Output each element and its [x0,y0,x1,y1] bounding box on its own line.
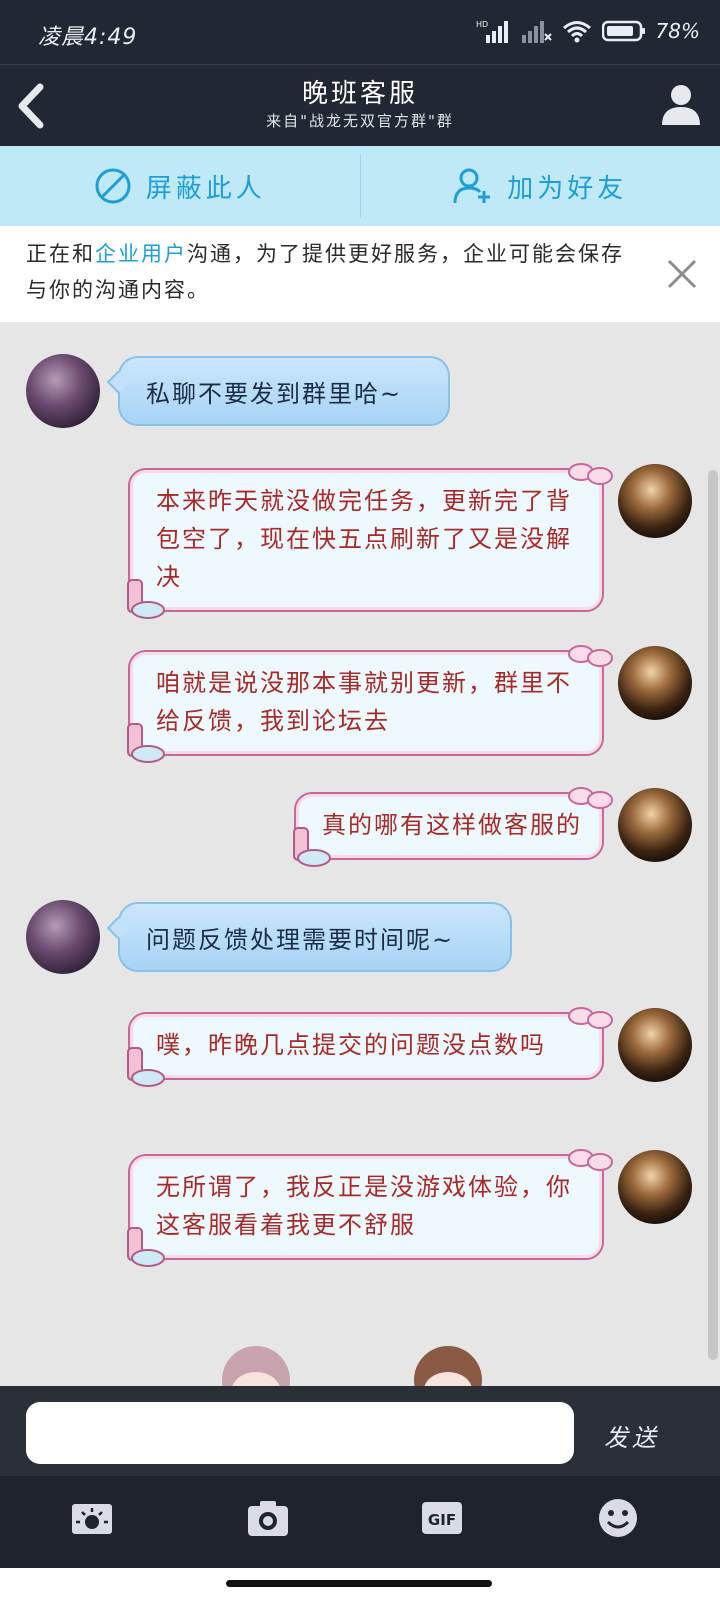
bottle-sticker-icon [127,1227,165,1267]
avatar[interactable] [618,464,692,538]
message-list[interactable]: 私聊不要发到群里哈~ 本来昨天就没做完任务，更新完了背包空了，现在快五点刷新了又… [0,322,720,1386]
block-icon [95,168,131,204]
input-bar: 发送 [0,1386,720,1476]
message-bubble-outgoing[interactable]: 真的哪有这样做客服的 [293,787,613,867]
bottle-sticker-icon [127,1047,165,1087]
enterprise-notice: 正在和企业用户沟通，为了提供更好服务，企业可能会保存与你的沟通内容。 [0,226,720,322]
emoji-icon[interactable] [596,1496,640,1540]
goggles-sticker-icon [568,1149,613,1171]
block-user-label: 屏蔽此人 [145,173,266,204]
close-icon[interactable] [664,256,700,292]
notice-text-before: 正在和 [26,242,95,266]
add-friend-icon [453,168,491,204]
camera-icon[interactable] [246,1496,290,1540]
add-friend-label: 加为好友 [507,173,628,204]
status-time: 凌晨4:49 [38,25,138,50]
message-text: 问题反馈处理需要时间呢~ [146,925,455,954]
signal-2-icon [521,21,552,43]
goggles-sticker-icon [568,1007,613,1029]
message-text: 咱就是说没那本事就别更新，群里不给反馈，我到论坛去 [156,669,572,735]
message-text: 私聊不要发到群里哈~ [146,379,403,408]
message-bubble-outgoing[interactable]: 本来昨天就没做完任务，更新完了背包空了，现在快五点刷新了又是没解决 [127,463,613,619]
gif-icon[interactable]: GIF [420,1496,464,1540]
avatar[interactable] [26,354,100,428]
chat-header: 晚班客服 来自"战龙无双官方群"群 [0,64,720,147]
message-bubble-outgoing[interactable]: 咱就是说没那本事就别更新，群里不给反馈，我到论坛去 [127,645,613,763]
message-bubble-incoming[interactable]: 问题反馈处理需要时间呢~ [118,902,512,972]
goggles-sticker-icon [568,463,613,485]
battery-icon [601,20,645,42]
battery-level: 78% [655,19,700,43]
message-text: 噗，昨晚几点提交的问题没点数吗 [156,1031,546,1059]
signal-icon: HD [476,20,508,43]
message-text: 无所谓了，我反正是没游戏体验，你这客服看着我更不舒服 [156,1173,572,1239]
bottle-sticker-icon [293,827,331,867]
message-input[interactable] [26,1402,574,1464]
block-user-button[interactable]: 屏蔽此人 [0,146,360,226]
avatar[interactable] [618,1008,692,1082]
goggles-sticker-icon [568,645,613,667]
avatar[interactable] [618,646,692,720]
enterprise-user-link[interactable]: 企业用户 [95,242,187,266]
avatar[interactable] [618,788,692,862]
profile-icon[interactable] [660,81,702,127]
sun-icon[interactable] [70,1496,114,1540]
message-text: 真的哪有这样做客服的 [322,811,582,839]
bottle-sticker-icon [127,723,165,763]
scrollbar[interactable] [708,470,718,1360]
message-text: 本来昨天就没做完任务，更新完了背包空了，现在快五点刷新了又是没解决 [156,487,572,591]
bottle-sticker-icon [127,579,165,619]
goggles-sticker-icon [568,787,613,809]
action-bar: 屏蔽此人 加为好友 [0,146,720,226]
message-bubble-outgoing[interactable]: 噗，昨晚几点提交的问题没点数吗 [127,1007,613,1087]
gif-label: GIF [428,1511,456,1529]
page-subtitle: 来自"战龙无双官方群"群 [266,112,454,130]
home-indicator[interactable] [226,1580,492,1587]
page-title: 晚班客服 [301,79,418,109]
avatar[interactable] [26,900,100,974]
message-bubble-outgoing[interactable]: 无所谓了，我反正是没游戏体验，你这客服看着我更不舒服 [127,1149,613,1267]
add-friend-button[interactable]: 加为好友 [361,146,720,226]
home-bar [0,1568,720,1600]
avatar[interactable] [618,1150,692,1224]
wifi-icon [562,21,591,43]
bottom-toolbar: GIF [0,1476,720,1568]
status-bar: 凌晨4:49 HD 78% [0,0,720,64]
svg-text:HD: HD [476,20,488,29]
send-button[interactable]: 发送 [604,1418,660,1453]
message-bubble-incoming[interactable]: 私聊不要发到群里哈~ [118,356,450,426]
